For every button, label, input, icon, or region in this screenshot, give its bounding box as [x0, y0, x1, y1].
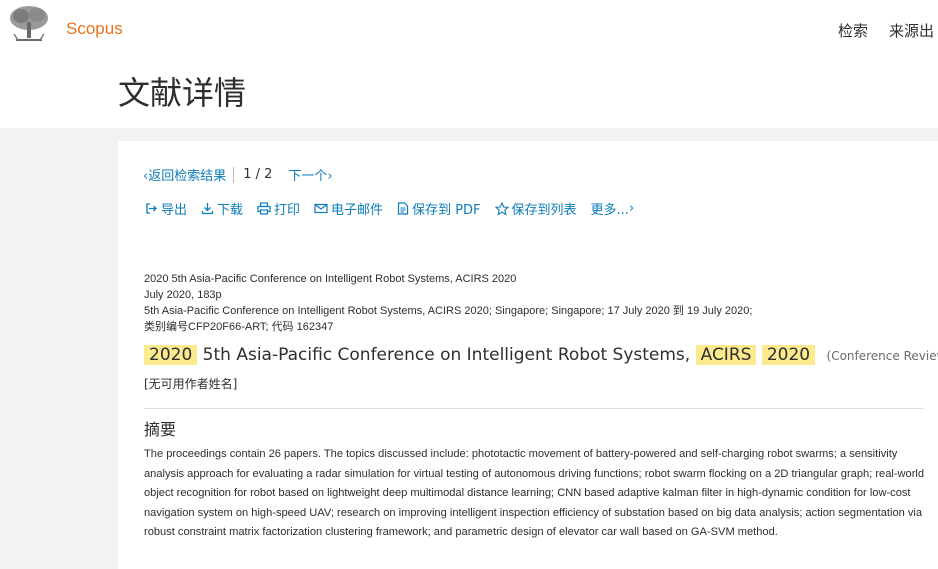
title-highlight-acronym: ACIRS	[695, 345, 757, 365]
document-card: ‹返回检索结果 1 / 2 下一个› 导出 下载 打印 电子邮件 保存到 PDF	[118, 141, 938, 569]
next-result-link[interactable]: 下一个›	[288, 165, 332, 184]
abstract-heading: 摘要	[144, 420, 177, 439]
export-icon	[146, 203, 157, 214]
page-title: 文献详情	[118, 74, 247, 112]
email-label: 电子邮件	[331, 203, 384, 218]
source-title-link[interactable]: 2020 5th Asia-Pacific Conference on Inte…	[144, 271, 752, 287]
title-highlight-year: 2020	[144, 345, 198, 365]
elsevier-tree-logo[interactable]	[6, 4, 52, 44]
export-label: 导出	[161, 203, 188, 218]
save-to-list-label: 保存到列表	[511, 203, 577, 218]
conference-info: 5th Asia-Pacific Conference on Intellige…	[144, 305, 753, 317]
header: Scopus 检索 来源出 文献详情	[0, 0, 938, 128]
pager: 1 / 2	[243, 167, 273, 182]
export-button[interactable]: 导出	[145, 199, 187, 218]
authors: [无可用作者姓名]	[144, 377, 238, 391]
nav-sources[interactable]: 来源出	[889, 20, 934, 41]
divider	[233, 166, 235, 183]
abstract-text: The proceedings contain 26 papers. The t…	[144, 448, 925, 538]
save-pdf-button[interactable]: 保存到 PDF	[397, 199, 481, 218]
chevron-right-icon: ›	[628, 201, 635, 216]
star-icon	[494, 201, 509, 216]
more-button[interactable]: 更多... ›	[591, 199, 635, 218]
download-label: 下载	[217, 203, 244, 218]
scopus-brand[interactable]: Scopus	[66, 19, 123, 39]
email-button[interactable]: 电子邮件	[314, 199, 383, 218]
source-metadata: 2020 5th Asia-Pacific Conference on Inte…	[144, 271, 752, 335]
save-pdf-label: 保存到 PDF	[412, 203, 481, 218]
title-text: 5th Asia-Pacific Conference on Intellige…	[202, 345, 691, 365]
chevron-right-icon: ›	[327, 169, 333, 184]
save-to-list-button[interactable]: 保存到列表	[494, 199, 577, 218]
nav-search[interactable]: 检索	[838, 20, 868, 41]
print-button[interactable]: 打印	[257, 199, 300, 218]
document-title: 2020 5th Asia-Pacific Conference on Inte…	[144, 345, 938, 365]
catalog-code: 类别编号CFP20F66-ART; 代码 162347	[144, 321, 334, 333]
document-type: (Conference Review)	[826, 349, 938, 363]
section-divider	[144, 408, 924, 409]
print-icon	[257, 202, 271, 215]
more-label: 更多...	[590, 203, 629, 218]
title-highlight-year2: 2020	[761, 345, 816, 365]
back-to-results-link[interactable]: ‹返回检索结果	[143, 165, 226, 184]
download-icon	[201, 203, 214, 215]
envelope-icon	[314, 203, 328, 214]
download-button[interactable]: 下载	[201, 199, 243, 218]
next-label: 下一个	[288, 169, 328, 184]
result-navigation: ‹返回检索结果 1 / 2 下一个›	[143, 165, 333, 184]
source-date-pages: July 2020, 183p	[144, 289, 222, 301]
pdf-document-icon	[397, 202, 409, 215]
back-label: 返回检索结果	[148, 169, 227, 184]
action-toolbar: 导出 下载 打印 电子邮件 保存到 PDF 保存到列表 更多... ›	[145, 199, 648, 218]
print-label: 打印	[274, 203, 301, 218]
